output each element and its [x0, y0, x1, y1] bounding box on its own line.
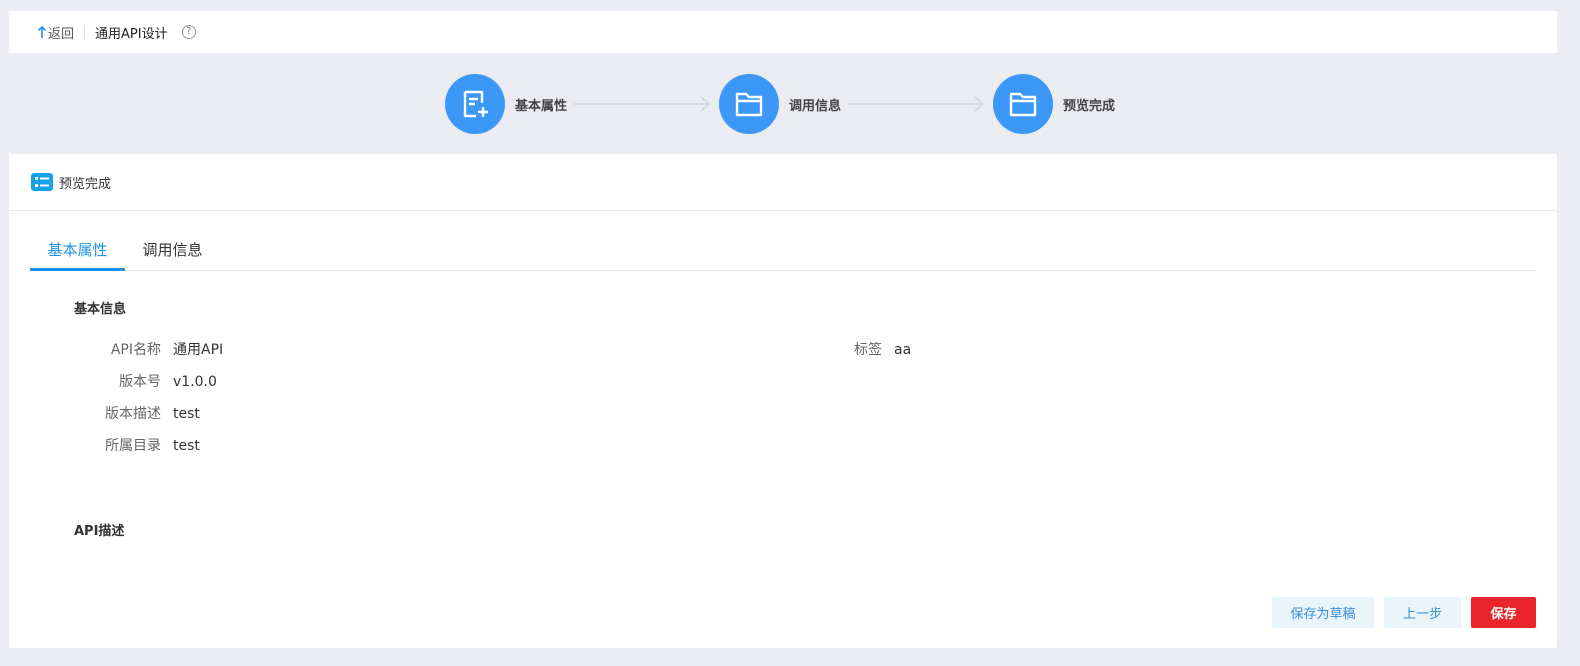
field-value: v1.0.0 — [173, 374, 217, 390]
tab-basic-properties[interactable]: 基本属性 — [30, 228, 125, 271]
divider — [84, 25, 86, 39]
list-icon — [31, 173, 53, 191]
field-directory: 所属目录 test — [61, 435, 200, 455]
field-value: test — [173, 406, 200, 422]
field-label: 所属目录 — [105, 438, 161, 454]
card-header: 预览完成 — [9, 154, 1557, 211]
tab-call-info[interactable]: 调用信息 — [125, 228, 220, 270]
top-bar: 返回 通用API设计 ? — [9, 11, 1557, 53]
folder-icon — [993, 74, 1053, 134]
page-title: 通用API设计 — [95, 26, 168, 42]
field-tag: 标签 aa — [782, 339, 911, 359]
save-button[interactable]: 保存 — [1471, 597, 1536, 628]
field-value: aa — [894, 342, 912, 358]
step-basic-properties: 基本属性 — [445, 74, 567, 134]
field-value: test — [173, 438, 200, 454]
section-title-basic-info: 基本信息 — [74, 302, 127, 317]
step-preview-complete: 预览完成 — [993, 74, 1115, 134]
field-value: 通用API — [173, 342, 224, 358]
field-label: 标签 — [854, 342, 882, 358]
step-label: 预览完成 — [1063, 98, 1116, 114]
field-api-name: API名称 通用API — [61, 339, 223, 359]
tab-bar: 基本属性 调用信息 — [30, 228, 1536, 271]
save-draft-button[interactable]: 保存为草稿 — [1272, 597, 1374, 628]
step-call-info: 调用信息 — [719, 74, 841, 134]
step-connector — [848, 96, 984, 112]
folder-icon — [719, 74, 779, 134]
field-label: 版本号 — [119, 374, 161, 390]
card-title: 预览完成 — [59, 176, 112, 192]
field-label: API名称 — [110, 342, 161, 358]
step-connector — [574, 96, 710, 112]
field-version: 版本号 v1.0.0 — [61, 371, 217, 391]
step-label: 基本属性 — [515, 98, 568, 114]
preview-card: 预览完成 基本属性 调用信息 基本信息 API名称 通用API 版本号 v1.0… — [9, 154, 1557, 648]
field-version-description: 版本描述 test — [61, 403, 200, 423]
document-add-icon — [445, 74, 505, 134]
previous-step-button[interactable]: 上一步 — [1384, 597, 1461, 628]
field-label: 版本描述 — [105, 406, 161, 422]
back-label: 返回 — [48, 26, 75, 42]
back-link[interactable]: 返回 — [37, 23, 74, 42]
section-title-api-description: API描述 — [74, 524, 125, 539]
help-icon[interactable]: ? — [181, 25, 196, 39]
arrow-up-icon — [37, 25, 47, 38]
step-label: 调用信息 — [789, 98, 842, 114]
